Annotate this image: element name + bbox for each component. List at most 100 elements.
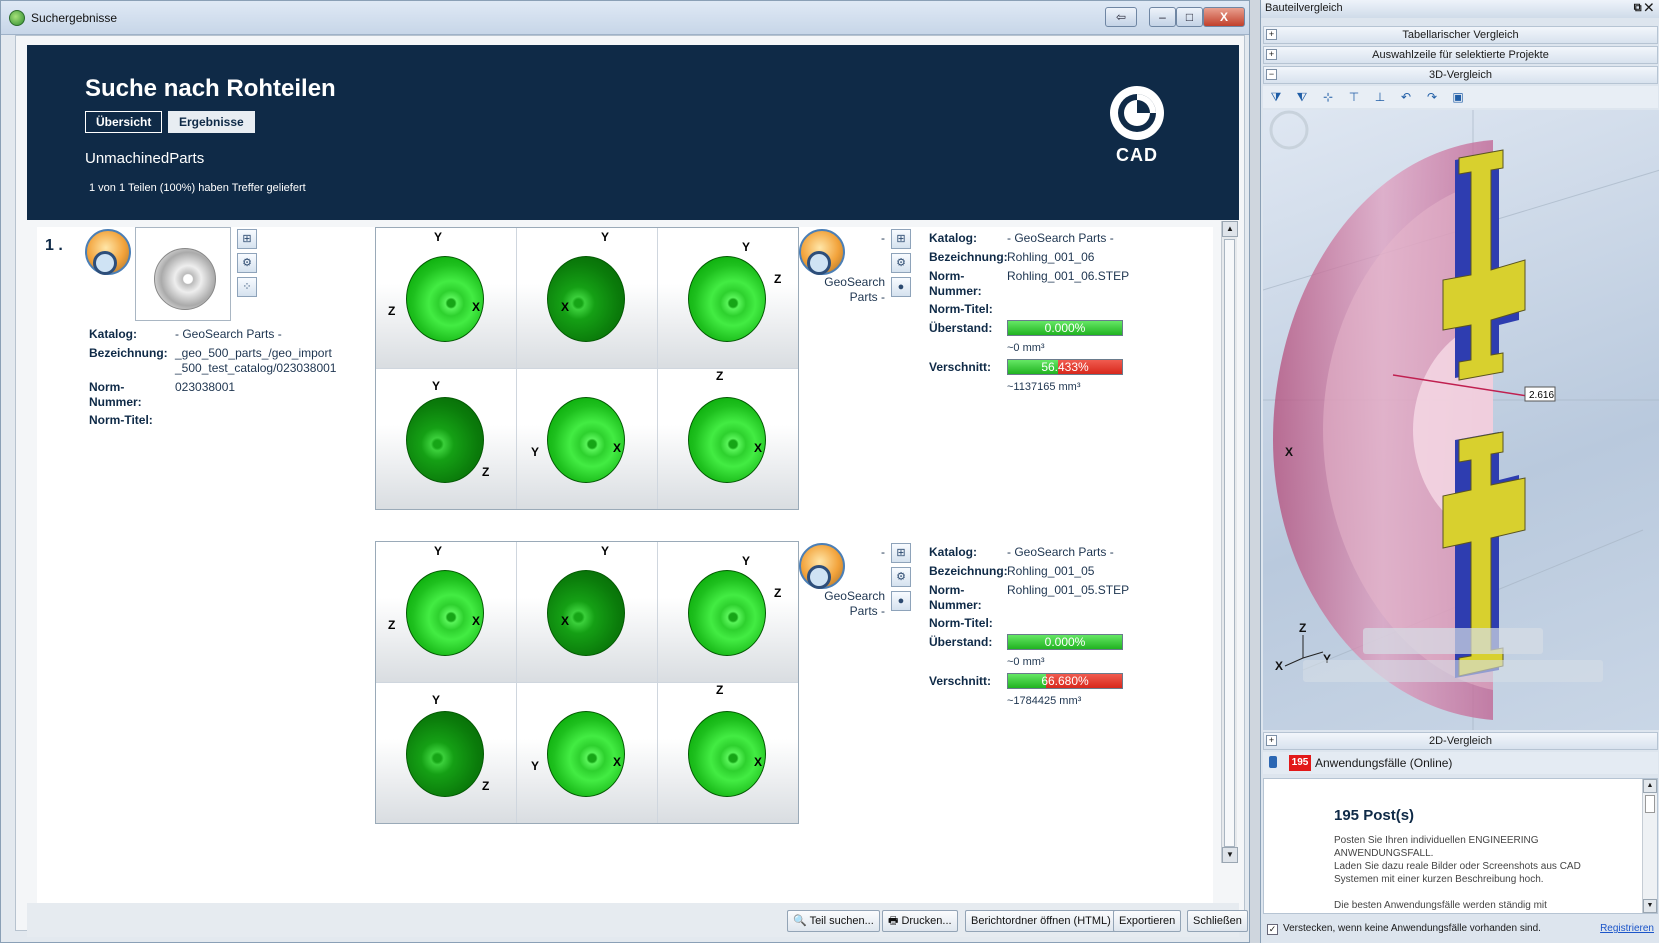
geosearch-icon[interactable] xyxy=(85,229,131,275)
source-metadata: Katalog: - GeoSearch Parts - Bezeichnung… xyxy=(89,327,389,437)
export-button[interactable]: Exportieren xyxy=(1113,910,1182,932)
properties-icon[interactable]: ⊞ xyxy=(891,229,911,249)
variants-icon[interactable]: ● xyxy=(891,277,911,297)
panel-footer: ✓ Verstecken, wenn keine Anwendungsfälle… xyxy=(1263,918,1658,940)
results-scrollbar[interactable]: ▲ ▼ xyxy=(1221,221,1238,863)
svg-text:Z: Z xyxy=(1299,621,1306,635)
collapse-icon: − xyxy=(1266,69,1277,80)
print-button[interactable]: 🖶 Drucken... xyxy=(882,910,958,932)
3d-viewport[interactable]: 2.616 X Z X Y xyxy=(1263,110,1659,730)
part-icon[interactable]: ⚙ xyxy=(891,253,911,273)
use-cases-count-badge: 195 xyxy=(1289,755,1311,771)
hide-checkbox-label: Verstecken, wenn keine Anwendungsfälle v… xyxy=(1283,923,1541,934)
section-cut-icon[interactable]: ⊹ xyxy=(1319,88,1337,106)
properties-icon[interactable]: ⊞ xyxy=(237,229,257,249)
section-selection-row[interactable]: + Auswahlzeile für selektierte Projekte xyxy=(1263,46,1658,64)
find-part-button[interactable]: 🔍 Teil suchen... xyxy=(787,910,880,932)
cadenas-logo: CAD xyxy=(1110,86,1164,165)
register-link[interactable]: Registrieren xyxy=(1600,918,1654,940)
match-model xyxy=(688,711,766,797)
use-cases-label: Anwendungsfälle (Online) xyxy=(1315,756,1453,770)
undo-icon[interactable]: ↶ xyxy=(1397,88,1415,106)
expand-icon: + xyxy=(1266,29,1277,40)
result-summary: 1 von 1 Teilen (100%) haben Treffer geli… xyxy=(89,182,306,194)
tab-overview[interactable]: Übersicht xyxy=(85,111,163,133)
filter-select-icon[interactable]: ⧨ xyxy=(1293,88,1311,106)
maximize-button[interactable]: □ xyxy=(1176,7,1203,27)
measure-icon[interactable]: ⊥ xyxy=(1371,88,1389,106)
match-designation: Rohling_001_06 xyxy=(1007,250,1095,264)
waste-bar: 56.433% xyxy=(1007,359,1123,375)
back-button[interactable]: ⇦ xyxy=(1105,7,1137,27)
use-cases-header[interactable]: 195 Anwendungsfälle (Online) xyxy=(1263,752,1658,774)
view-cube-ring xyxy=(1269,110,1309,150)
match-source-label: GeoSearch Parts - xyxy=(824,589,885,618)
match-model xyxy=(688,570,766,656)
match-2-views[interactable]: YZX YX YZ YZ YX ZX xyxy=(375,541,799,824)
posts-title: 195 Post(s) xyxy=(1334,807,1415,824)
wheel-preview-image xyxy=(154,248,216,310)
pin-icon[interactable] xyxy=(1269,756,1277,768)
part-comparison-panel: Bauteilvergleich ⧉ ✕ + Tabellarischer Verg… xyxy=(1260,0,1659,943)
section-tabular-comparison[interactable]: + Tabellarischer Vergleich xyxy=(1263,26,1658,44)
use-cases-content: 195 Post(s) Posten Sie Ihren individuell… xyxy=(1263,778,1658,914)
view-cell: YZX xyxy=(376,542,516,682)
source-part-thumbnail[interactable] xyxy=(135,227,231,321)
hide-checkbox[interactable]: ✓ xyxy=(1267,924,1278,935)
match-1-metadata: Katalog: - GeoSearch Parts - Bezeichnung… xyxy=(929,231,1130,393)
match-2-metadata: Katalog: - GeoSearch Parts - Bezeichnung… xyxy=(929,545,1130,707)
waste-volume: ~1137165 mm³ xyxy=(1007,381,1081,393)
close-window-button[interactable]: X xyxy=(1203,7,1245,27)
match-model xyxy=(406,570,484,656)
variants-icon[interactable]: ● xyxy=(891,591,911,611)
window-title: Suchergebnisse xyxy=(31,11,118,25)
redo-icon[interactable]: ↷ xyxy=(1423,88,1441,106)
norm-title-label: Norm-Titel: xyxy=(89,413,153,427)
expand-icon: + xyxy=(1266,49,1277,60)
overhang-volume: ~0 mm³ xyxy=(1007,342,1045,354)
floating-toolbar xyxy=(1363,628,1543,654)
section-2d-comparison[interactable]: +2D-Vergleich xyxy=(1263,732,1658,750)
waste-bar: 66.680% xyxy=(1007,673,1123,689)
svg-text:X: X xyxy=(1275,659,1283,673)
page-title: Suche nach Rohteilen xyxy=(85,75,336,102)
scroll-up-arrow[interactable]: ▲ xyxy=(1222,221,1238,237)
section-3d-comparison[interactable]: −3D-Vergleich xyxy=(1263,66,1658,84)
dimension-icon[interactable]: ⊤ xyxy=(1345,88,1363,106)
posts-scrollbar[interactable]: ▲ ▼ xyxy=(1642,779,1657,913)
scroll-thumb[interactable] xyxy=(1224,239,1235,847)
view-cell: YZ xyxy=(376,369,516,509)
tab-results[interactable]: Ergebnisse xyxy=(168,111,255,133)
close-button[interactable]: Schließen xyxy=(1187,910,1248,932)
overhang-bar: 0.000% xyxy=(1007,320,1123,336)
match-model xyxy=(688,256,766,342)
minimize-button[interactable]: – xyxy=(1149,7,1176,27)
svg-text:CAD: CAD xyxy=(1116,145,1158,165)
screenshot-icon[interactable]: ▣ xyxy=(1449,88,1467,106)
match-dash: - xyxy=(881,231,885,245)
catalog-value: - GeoSearch Parts - xyxy=(175,327,282,341)
app-icon xyxy=(9,10,25,26)
result-number: 1 . xyxy=(45,237,63,254)
scroll-down-arrow[interactable]: ▼ xyxy=(1222,847,1238,863)
posts-description: Posten Sie Ihren individuellen ENGINEERI… xyxy=(1334,835,1581,911)
match-designation: Rohling_001_05 xyxy=(1007,564,1095,578)
match-1-views[interactable]: YZX YX YZ YZ YX ZX xyxy=(375,227,799,510)
match-catalog: - GeoSearch Parts - xyxy=(1007,545,1114,559)
part-icon[interactable]: ⚙ xyxy=(237,253,257,273)
search-results-window: Suchergebnisse ⇦ – □ X Suche nach Rohtei… xyxy=(0,0,1250,943)
panel-controls[interactable]: ⧉ ✕ xyxy=(1634,0,1653,17)
header-banner: Suche nach Rohteilen Übersicht Ergebniss… xyxy=(27,45,1239,220)
view-cell: YZ xyxy=(658,228,798,368)
match-catalog: - GeoSearch Parts - xyxy=(1007,231,1114,245)
properties-icon[interactable]: ⊞ xyxy=(891,543,911,563)
view-cell: YZ xyxy=(658,542,798,682)
view-cell: ZX xyxy=(658,683,798,823)
open-report-folder-button[interactable]: Berichtordner öffnen (HTML) xyxy=(965,910,1117,932)
floating-toolbar-2 xyxy=(1303,660,1603,682)
variants-icon[interactable]: ⁘ xyxy=(237,277,257,297)
filter-icon[interactable]: ⧩ xyxy=(1267,88,1285,106)
part-icon[interactable]: ⚙ xyxy=(891,567,911,587)
match-model xyxy=(406,397,484,483)
designation-label: Bezeichnung: xyxy=(89,346,168,360)
